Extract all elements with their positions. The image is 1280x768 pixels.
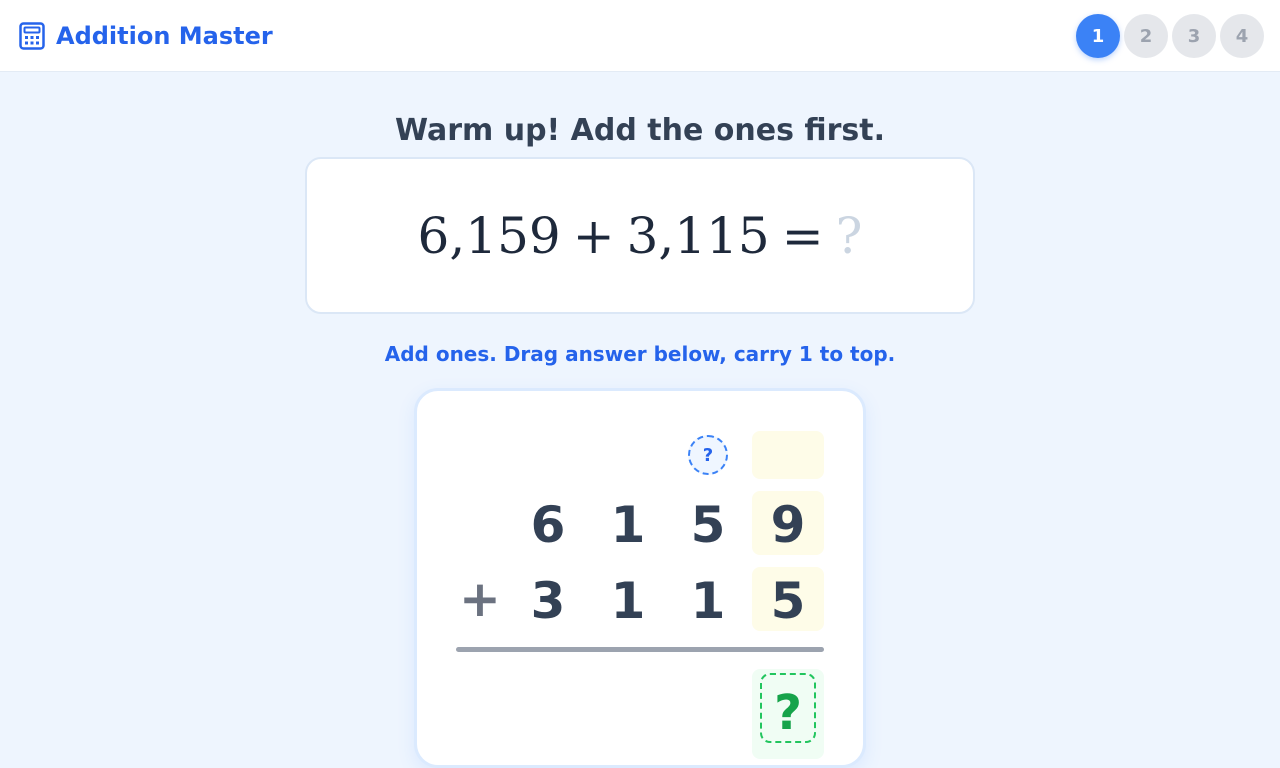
ones-answer-drop-slot[interactable]: ? [760, 673, 816, 743]
app-title: Addition Master [56, 22, 273, 50]
equation-plus: + [572, 206, 615, 265]
equation-addend-2: 3,115 [626, 206, 770, 265]
row-2-thousands-digit: 3 [530, 572, 566, 630]
equation-addend-1: 6,159 [417, 206, 561, 265]
row-1-thousands-digit: 6 [530, 496, 566, 554]
carry-drop-slot[interactable]: ? [688, 435, 728, 475]
row-2-ones-digit: 5 [770, 572, 806, 630]
row-1-tens-digit: 5 [690, 496, 726, 554]
ones-carry-cell [752, 431, 824, 479]
step-4-button[interactable]: 4 [1220, 14, 1264, 58]
equation: 6,159 +3,115 =? [418, 207, 863, 265]
step-3-button[interactable]: 3 [1172, 14, 1216, 58]
row-2-hundreds-digit: 1 [610, 572, 646, 630]
app-header: Addition Master 1 2 3 4 [0, 0, 1280, 72]
step-indicator: 1 2 3 4 [1076, 14, 1264, 58]
equation-equals: = [781, 206, 824, 265]
row-1-hundreds-digit: 1 [610, 496, 646, 554]
equation-card: 6,159 +3,115 =? [305, 157, 975, 314]
plus-sign: + [459, 570, 501, 628]
problem-prompt: Warm up! Add the ones first. [394, 113, 886, 148]
row-1-ones-digit: 9 [770, 496, 806, 554]
calculator-icon [19, 22, 45, 50]
sum-line [456, 647, 824, 652]
equation-result: ? [835, 206, 863, 265]
step-2-button[interactable]: 2 [1124, 14, 1168, 58]
row-2-tens-digit: 1 [690, 572, 726, 630]
column-addition-worksheet: ? 6 1 5 9 + 3 1 1 5 ? [414, 388, 866, 768]
instruction-text: Add ones. Drag answer below, carry 1 to … [384, 342, 896, 366]
step-1-button[interactable]: 1 [1076, 14, 1120, 58]
